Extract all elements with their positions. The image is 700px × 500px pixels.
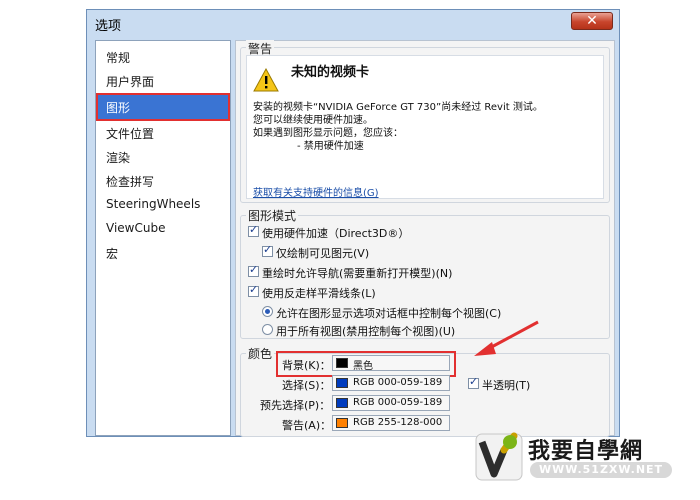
background-swatch xyxy=(336,358,348,368)
nav-redraw-label: 重绘时允许导航(需要重新打开模型)(N) xyxy=(262,267,453,280)
all-views-radio[interactable] xyxy=(262,324,273,335)
annotation-arrow-icon xyxy=(474,320,539,356)
sidebar-item-rendering[interactable]: 渲染 xyxy=(106,149,130,166)
nav-redraw-checkbox[interactable] xyxy=(248,263,259,277)
warning-line-4: - 禁用硬件加速 xyxy=(297,141,364,152)
hw-accel-checkbox[interactable] xyxy=(248,223,259,237)
selection-color-value: RGB 000-059-189 xyxy=(353,377,443,388)
warning-icon xyxy=(253,68,279,92)
preselection-color-label: 预先选择(P)： xyxy=(260,399,331,412)
per-view-label: 允许在图形显示选项对话框中控制每个视图(C) xyxy=(276,307,502,320)
options-dialog: 选项 ✕ 常规 用户界面 图形 文件位置 渲染 检查拼写 SteeringWhe… xyxy=(86,9,620,437)
warning-color-label: 警告(A)： xyxy=(282,419,332,432)
preselection-color-button[interactable]: RGB 000-059-189 xyxy=(332,395,450,411)
all-views-label: 用于所有视图(禁用控制每个视图)(U) xyxy=(276,325,456,338)
site-logo-url: WWW.51ZXW.NET xyxy=(530,462,672,478)
background-color-label: 背景(K)： xyxy=(282,359,331,372)
sidebar-item-user-interface[interactable]: 用户界面 xyxy=(106,73,154,90)
selection-swatch xyxy=(336,378,348,388)
semi-transparent-checkbox[interactable] xyxy=(468,375,479,389)
antialias-label: 使用反走样平滑线条(L) xyxy=(262,287,376,300)
sidebar-item-graphics[interactable]: 图形 xyxy=(106,99,130,116)
supported-hardware-link[interactable]: 获取有关支持硬件的信息(G) xyxy=(253,184,379,199)
site-logo-icon xyxy=(475,432,523,481)
options-sidebar: 常规 用户界面 图形 文件位置 渲染 检查拼写 SteeringWheels V… xyxy=(95,40,231,436)
close-button[interactable]: ✕ xyxy=(571,12,613,30)
antialias-checkbox[interactable] xyxy=(248,283,259,297)
sidebar-item-file-locations[interactable]: 文件位置 xyxy=(106,125,154,142)
visible-only-label: 仅绘制可见图元(V) xyxy=(276,247,370,260)
preselection-swatch xyxy=(336,398,348,408)
warning-swatch xyxy=(336,418,348,428)
warning-color-button[interactable]: RGB 255-128-000 xyxy=(332,415,450,431)
selection-color-label: 选择(S)： xyxy=(282,379,331,392)
dialog-title: 选项 xyxy=(95,19,122,34)
background-color-value: 黑色 xyxy=(353,361,373,372)
warning-card: 未知的视频卡 安装的视频卡“NVIDIA GeForce GT 730”尚未经过… xyxy=(246,55,604,199)
sidebar-item-spelling[interactable]: 检查拼写 xyxy=(106,173,154,190)
per-view-radio[interactable] xyxy=(262,306,273,317)
background-color-button[interactable]: 黑色 xyxy=(332,355,450,372)
colors-title: 颜色 xyxy=(246,345,275,362)
visible-only-checkbox[interactable] xyxy=(262,243,273,257)
sidebar-item-macros[interactable]: 宏 xyxy=(106,245,118,262)
graphics-settings-panel: 警告 未知的视频卡 安装的视频卡“NVIDIA GeForce GT 730”尚… xyxy=(235,40,615,437)
semi-transparent-label: 半透明(T) xyxy=(482,379,531,392)
title-bar: 选项 ✕ xyxy=(87,10,619,36)
sidebar-item-viewcube[interactable]: ViewCube xyxy=(106,221,165,235)
hw-accel-label: 使用硬件加速（Direct3D®） xyxy=(262,227,410,240)
selection-color-button[interactable]: RGB 000-059-189 xyxy=(332,375,450,391)
warning-color-value: RGB 255-128-000 xyxy=(353,417,443,428)
preselection-color-value: RGB 000-059-189 xyxy=(353,397,443,408)
site-logo-text: 我要自學網 xyxy=(528,439,644,464)
warning-heading: 未知的视频卡 xyxy=(291,65,370,80)
sidebar-item-general[interactable]: 常规 xyxy=(106,49,130,66)
graphics-mode-title: 图形模式 xyxy=(246,207,299,224)
sidebar-item-steeringwheels[interactable]: SteeringWheels xyxy=(106,197,200,211)
